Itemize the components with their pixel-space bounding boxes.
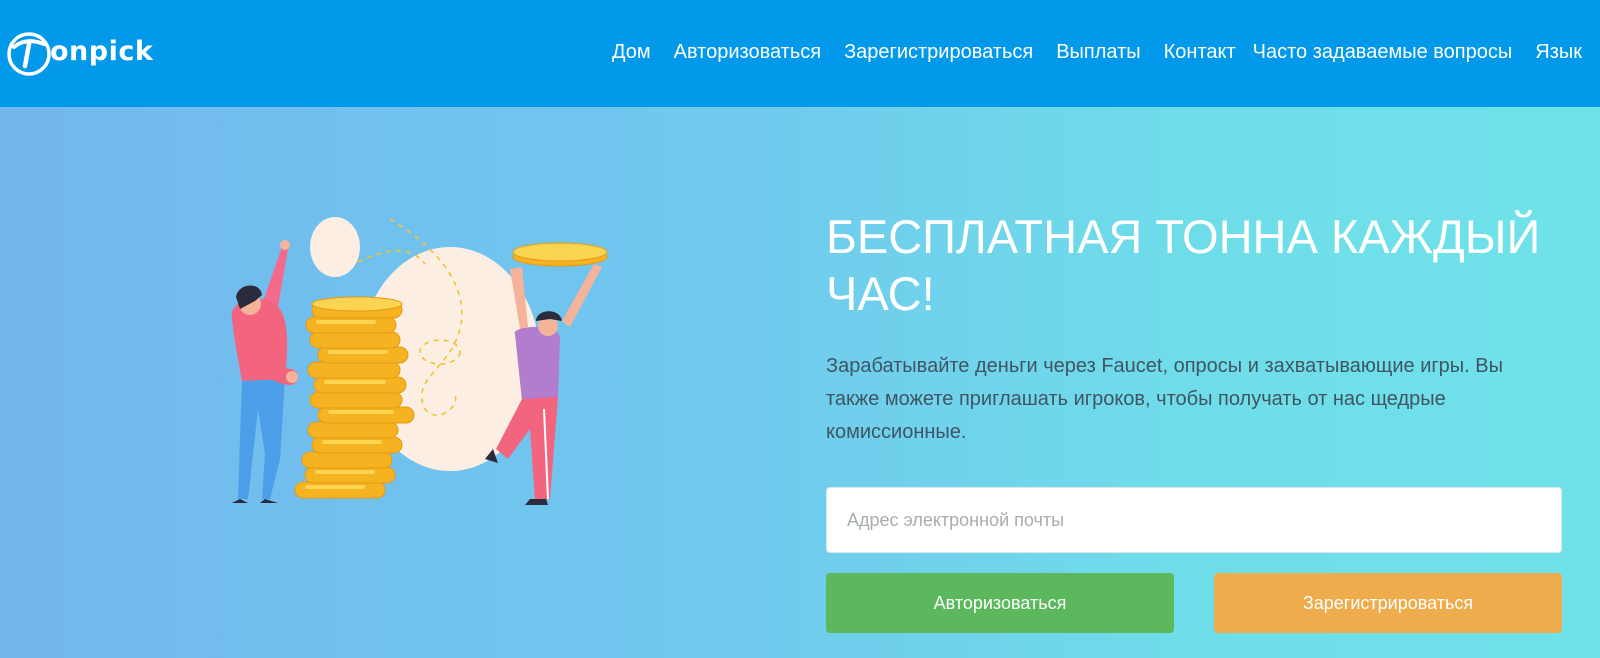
- hero-section: БЕСПЛАТНАЯ ТОННА КАЖДЫЙ ЧАС! Зарабатывай…: [0, 107, 1600, 658]
- brand-logo-link[interactable]: onpick: [6, 30, 153, 78]
- nav-register[interactable]: Зарегистрироваться: [844, 38, 1033, 66]
- nav-contact[interactable]: Контакт: [1164, 38, 1236, 66]
- nav-language[interactable]: Язык: [1535, 38, 1582, 66]
- main-nav: Дом Авторизоваться Зарегистрироваться Вы…: [589, 38, 1582, 66]
- register-button[interactable]: Зарегистрироваться: [1214, 573, 1562, 633]
- brand-name: onpick: [50, 35, 154, 67]
- nav-payouts[interactable]: Выплаты: [1056, 38, 1140, 66]
- person-left-figure: [231, 240, 298, 503]
- email-input[interactable]: [826, 487, 1562, 553]
- coin-stack-icon: [294, 296, 415, 499]
- nav-faq[interactable]: Часто задаваемые вопросы: [1253, 38, 1513, 66]
- hero-description: Зарабатывайте деньги через Faucet, опрос…: [826, 355, 1503, 443]
- nav-login[interactable]: Авторизоваться: [674, 38, 821, 66]
- hero-title: БЕСПЛАТНАЯ ТОННА КАЖДЫЙ ЧАС!: [826, 210, 1541, 320]
- egg-blob-shape: [310, 217, 360, 277]
- login-button[interactable]: Авторизоваться: [826, 573, 1174, 633]
- top-navbar: onpick Дом Авторизоваться Зарегистрирова…: [0, 0, 1600, 107]
- nav-home[interactable]: Дом: [612, 38, 651, 66]
- people-with-coins-illustration: [231, 217, 608, 505]
- tonpick-logo-icon: [7, 32, 51, 76]
